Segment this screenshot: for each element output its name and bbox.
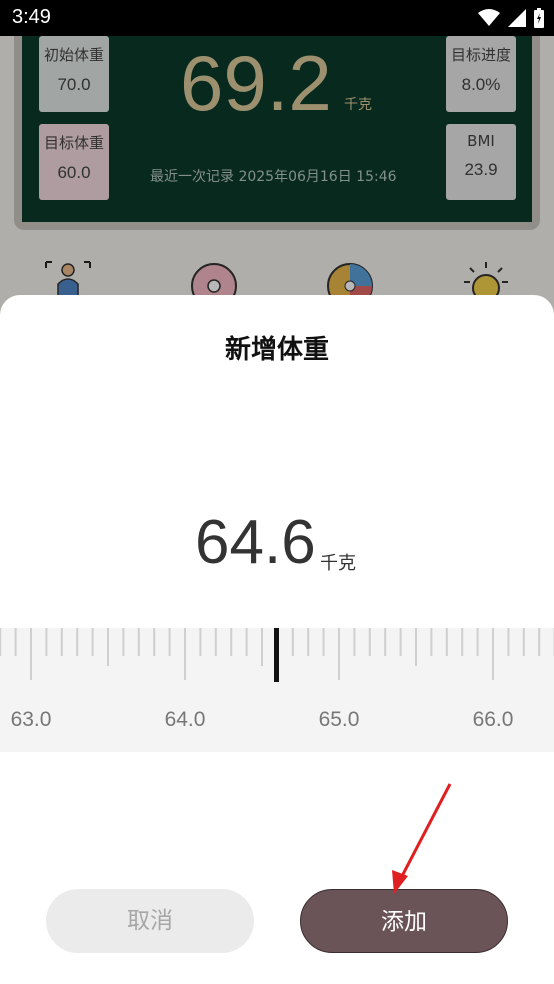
ruler-label-0: 63.0 [10, 708, 52, 731]
ruler-label-2: 65.0 [318, 708, 360, 731]
status-bar: 3:49 [0, 0, 554, 36]
selected-weight-value: 64.6 [195, 508, 316, 577]
status-icons [478, 8, 544, 28]
wifi-icon [478, 9, 500, 26]
weight-ruler-slider[interactable]: 63.0 64.0 65.0 66.0 [0, 628, 554, 752]
battery-icon [534, 8, 544, 28]
add-weight-sheet: 新增体重 64.6 千克 63.0 64.0 65.0 66.0 取消 添加 [0, 295, 554, 984]
ruler-label-1: 64.0 [164, 708, 206, 731]
ruler-ticks [0, 628, 554, 682]
cancel-button[interactable]: 取消 [46, 889, 254, 953]
status-time: 3:49 [12, 6, 51, 28]
ruler-indicator [274, 628, 279, 682]
annotation-arrow-icon [392, 783, 452, 894]
signal-icon [508, 9, 526, 27]
selected-weight-unit: 千克 [320, 553, 356, 574]
ruler-label-3: 66.0 [472, 708, 514, 731]
sheet-title: 新增体重 [224, 335, 329, 365]
